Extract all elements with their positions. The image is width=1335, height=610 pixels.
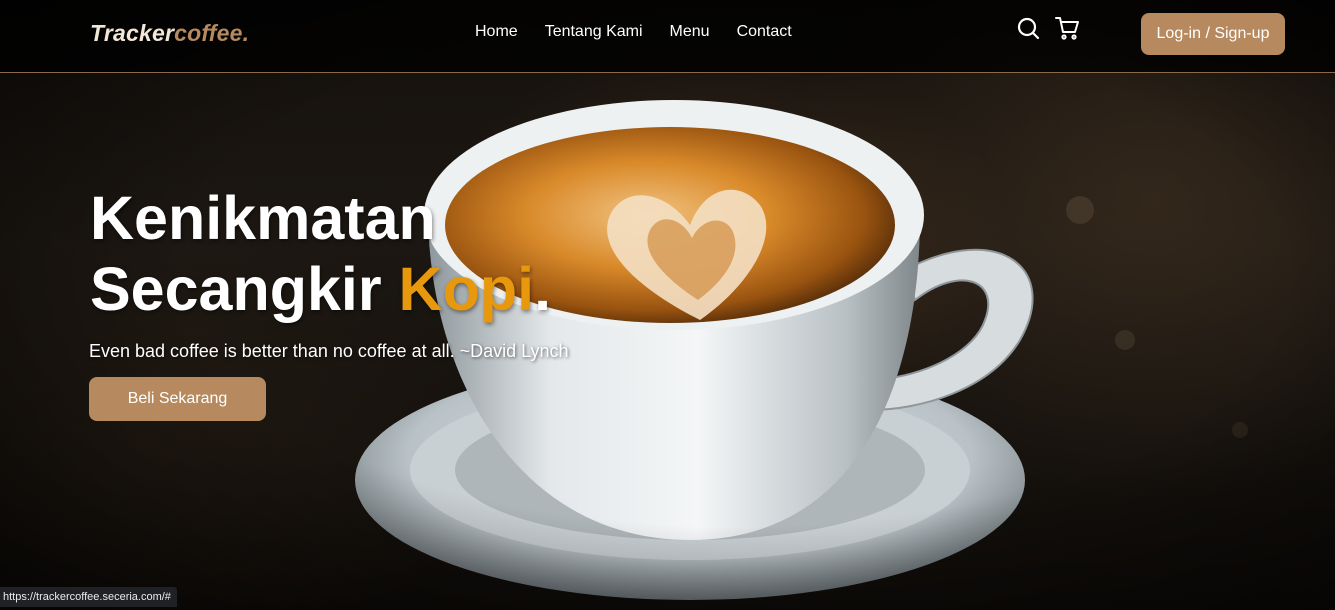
hero-title-line1: Kenikmatan bbox=[90, 184, 436, 252]
hero-title-highlight: Kopi bbox=[398, 255, 535, 323]
hero-title-suffix: . bbox=[534, 255, 552, 323]
logo-text: Tracker bbox=[90, 20, 175, 46]
status-bar-url: https://trackercoffee.seceria.com/# bbox=[0, 587, 177, 607]
buy-now-button[interactable]: Beli Sekarang bbox=[89, 377, 266, 421]
nav-link-menu[interactable]: Menu bbox=[670, 23, 710, 41]
hero-quote: Even bad coffee is better than no coffee… bbox=[89, 341, 569, 361]
brand-logo[interactable]: Trackercoffee. bbox=[90, 20, 249, 47]
nav-link-tentang-kami[interactable]: Tentang Kami bbox=[545, 23, 643, 41]
login-signup-button[interactable]: Log-in / Sign-up bbox=[1141, 13, 1285, 55]
nav-link-contact[interactable]: Contact bbox=[737, 23, 792, 41]
search-icon[interactable] bbox=[1015, 15, 1041, 41]
main-nav: Home Tentang Kami Menu Contact bbox=[475, 23, 792, 41]
navbar: Trackercoffee. Home Tentang Kami Menu Co… bbox=[0, 0, 1335, 73]
page: Trackercoffee. Home Tentang Kami Menu Co… bbox=[0, 0, 1335, 610]
hero-title-line2: Secangkir bbox=[90, 255, 399, 323]
logo-accent-text: coffee. bbox=[174, 20, 250, 46]
hero-title: Kenikmatan Secangkir Kopi. bbox=[90, 183, 551, 325]
cart-icon[interactable] bbox=[1054, 15, 1080, 41]
nav-link-home[interactable]: Home bbox=[475, 23, 518, 41]
